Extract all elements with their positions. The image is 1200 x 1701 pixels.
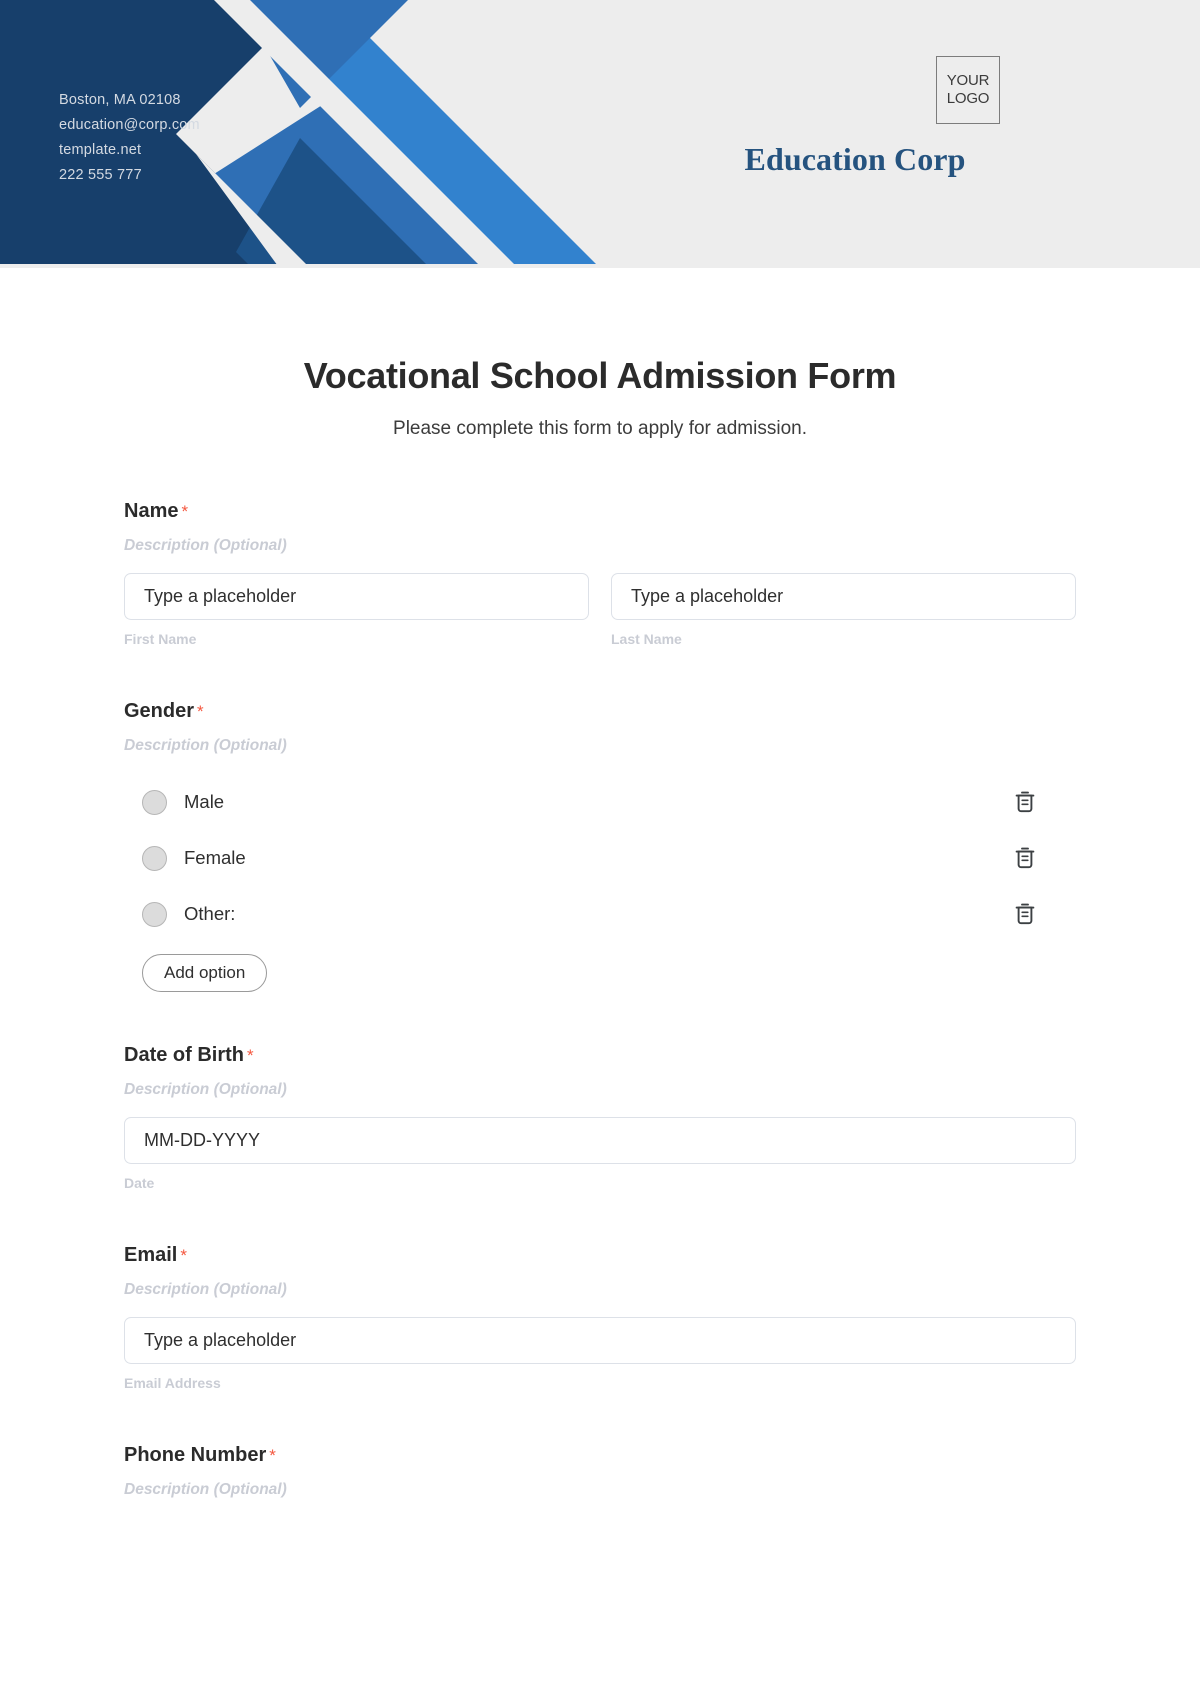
name-input-row: Type a placeholder First Name Type a pla… — [124, 573, 1076, 648]
radio-button-female[interactable] — [142, 845, 167, 871]
trash-icon — [1015, 903, 1035, 925]
field-label-name: Name * — [124, 498, 1076, 525]
first-name-input[interactable]: Type a placeholder — [124, 573, 589, 620]
required-asterisk: * — [180, 1246, 187, 1265]
form-body: Vocational School Admission Form Please … — [0, 354, 1200, 1500]
date-of-birth-input-row: MM-DD-YYYY Date — [124, 1117, 1076, 1192]
field-label-gender-text: Gender — [124, 700, 195, 722]
email-input-row: Type a placeholder Email Address — [124, 1317, 1076, 1392]
field-group-date-of-birth: Date of Birth * Description (Optional) MM… — [124, 1042, 1076, 1192]
page-title: Vocational School Admission Form — [303, 355, 897, 396]
field-label-gender: Gender * — [124, 698, 1076, 725]
field-label-name-text: Name — [124, 500, 179, 522]
field-label-phone-number: Phone Number * — [124, 1442, 1076, 1469]
first-name-sub-label: First Name — [124, 631, 197, 647]
radio-button-male[interactable] — [142, 789, 167, 815]
logo-placeholder-box: YOUR LOGO — [936, 56, 1000, 124]
required-asterisk: * — [197, 702, 204, 721]
option-label-female: Female — [184, 847, 246, 868]
first-name-cell: Type a placeholder First Name — [124, 573, 589, 648]
email-sub-label: Email Address — [124, 1375, 221, 1391]
trash-icon — [1015, 791, 1035, 813]
field-label-phone-number-text: Phone Number — [124, 1444, 267, 1466]
logo-text-line-1: YOUR — [946, 72, 990, 89]
option-label-other: Other: — [184, 903, 236, 924]
contact-phone: 222 555 777 — [59, 167, 142, 183]
field-label-email-text: Email — [124, 1244, 178, 1266]
field-group-gender: Gender * Description (Optional) Male Fem… — [124, 698, 1076, 992]
date-of-birth-sub-label: Date — [124, 1175, 155, 1191]
brand-name: Education Corp — [744, 141, 966, 177]
contact-address: Boston, MA 02108 — [59, 92, 181, 108]
contact-email: education@corp.com — [59, 117, 200, 133]
contact-website: template.net — [59, 142, 142, 158]
trash-icon — [1015, 847, 1035, 869]
field-label-email: Email * — [124, 1242, 1076, 1269]
required-asterisk: * — [181, 502, 189, 521]
field-description-gender: Description (Optional) — [124, 737, 287, 754]
radio-button-other[interactable] — [142, 901, 167, 927]
field-description-name: Description (Optional) — [124, 537, 287, 554]
option-row-other[interactable]: Other: — [124, 886, 1076, 942]
date-of-birth-input[interactable]: MM-DD-YYYY — [124, 1117, 1076, 1164]
email-input[interactable]: Type a placeholder — [124, 1317, 1076, 1364]
header-contact-info: Boston, MA 02108 education@corp.com temp… — [59, 88, 200, 188]
delete-option-other-button[interactable] — [1012, 900, 1038, 928]
option-row-male[interactable]: Male — [124, 774, 1076, 830]
logo-text-line-2: LOGO — [946, 90, 990, 107]
field-group-phone-number: Phone Number * Description (Optional) — [124, 1442, 1076, 1500]
option-row-female[interactable]: Female — [124, 830, 1076, 886]
last-name-cell: Type a placeholder Last Name — [611, 573, 1076, 648]
gender-option-list: Male Female Other: Add option — [124, 774, 1076, 992]
field-group-email: Email * Description (Optional) Type a pla… — [124, 1242, 1076, 1392]
delete-option-female-button[interactable] — [1012, 844, 1038, 872]
last-name-sub-label: Last Name — [611, 631, 682, 647]
add-option-button[interactable]: Add option — [142, 954, 268, 992]
field-label-date-of-birth-text: Date of Birth — [124, 1044, 244, 1066]
field-group-name: Name * Description (Optional) Type a plac… — [124, 498, 1076, 648]
date-of-birth-cell: MM-DD-YYYY Date — [124, 1117, 1076, 1192]
email-cell: Type a placeholder Email Address — [124, 1317, 1076, 1392]
field-description-email: Description (Optional) — [124, 1281, 287, 1298]
required-asterisk: * — [247, 1046, 254, 1065]
option-label-male: Male — [184, 791, 225, 812]
field-description-phone-number: Description (Optional) — [124, 1481, 287, 1498]
delete-option-male-button[interactable] — [1012, 788, 1038, 816]
required-asterisk: * — [269, 1446, 276, 1465]
page-subtitle: Please complete this form to apply for a… — [393, 418, 807, 439]
admission-form-page: Boston, MA 02108 education@corp.com temp… — [0, 0, 1200, 1701]
page-header: Boston, MA 02108 education@corp.com temp… — [0, 0, 1200, 268]
field-description-date-of-birth: Description (Optional) — [124, 1081, 287, 1098]
field-label-date-of-birth: Date of Birth * — [124, 1042, 1076, 1069]
last-name-input[interactable]: Type a placeholder — [611, 573, 1076, 620]
